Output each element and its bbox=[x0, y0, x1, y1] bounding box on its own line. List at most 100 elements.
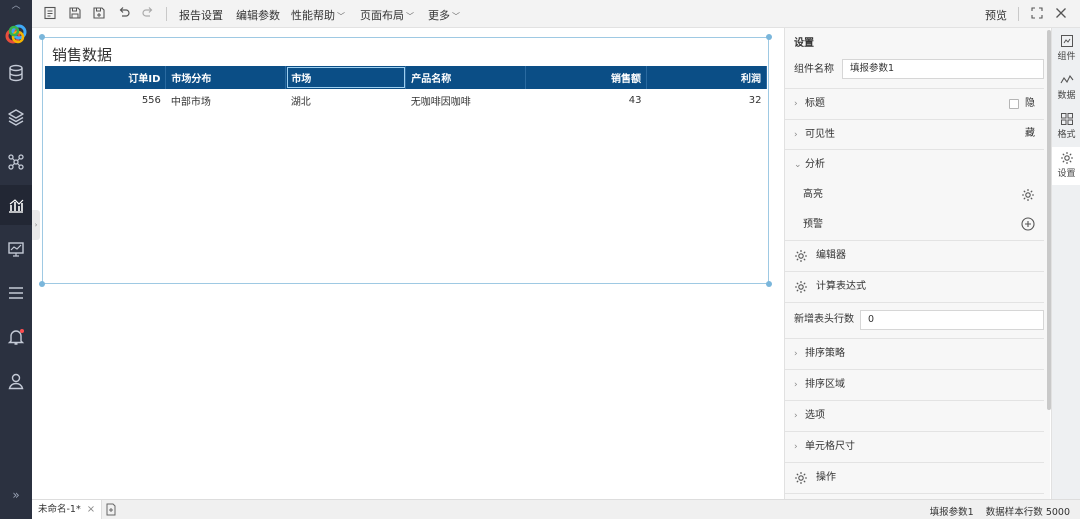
right-rail: 组件 数据 格式 设置 bbox=[1051, 28, 1080, 499]
toolbar: 报告设置 编辑参数 性能帮助 ﹀ 页面布局 ﹀ 更多 ﹀ 预览 bbox=[32, 0, 1080, 28]
redo-icon[interactable] bbox=[141, 6, 155, 20]
close-tab-icon[interactable]: × bbox=[87, 500, 95, 519]
menu-more[interactable]: 更多 ﹀ bbox=[428, 7, 460, 23]
section-label: 操作 bbox=[816, 472, 836, 483]
column-header[interactable]: 市场 bbox=[285, 66, 407, 89]
column-header[interactable]: 订单ID bbox=[45, 66, 167, 89]
column-header[interactable]: 销售额 bbox=[525, 66, 648, 89]
menu-performance-help[interactable]: 性能帮助 ﹀ bbox=[291, 7, 345, 23]
chevron-down-icon: ﹀ bbox=[337, 12, 345, 21]
sheet-tab[interactable]: 未命名-1* × bbox=[32, 500, 103, 519]
menu-icon[interactable] bbox=[0, 273, 32, 313]
section-cell-size[interactable]: › 单元格尺寸 bbox=[785, 432, 1044, 463]
chevron-up-icon[interactable]: ︿ bbox=[0, 0, 32, 14]
collapse-panel-handle[interactable]: › bbox=[32, 210, 40, 240]
section-label[interactable]: 分析 bbox=[805, 150, 825, 180]
component-name-row: 组件名称 填报参数1 bbox=[785, 54, 1044, 89]
section-sort-area[interactable]: › 排序区域 bbox=[785, 370, 1044, 401]
resize-handle[interactable] bbox=[766, 281, 772, 287]
table-header-row: 订单ID 市场分布 市场 产品名称 销售额 利润 bbox=[45, 66, 767, 89]
table-cell[interactable]: 湖北 bbox=[286, 89, 406, 111]
status-bar: 未命名-1* × 填报参数1 数据样本行数 5000 bbox=[32, 499, 1080, 519]
hide-checkbox[interactable] bbox=[1009, 99, 1019, 109]
section-editor[interactable]: 编辑器 bbox=[785, 241, 1044, 272]
close-icon[interactable] bbox=[1054, 6, 1068, 20]
logo-icon bbox=[4, 22, 28, 46]
network-icon[interactable] bbox=[0, 141, 32, 181]
column-header[interactable]: 产品名称 bbox=[405, 66, 527, 89]
menu-label: 更多 bbox=[428, 9, 450, 22]
format-icon bbox=[1060, 113, 1073, 125]
component-name-input[interactable]: 填报参数1 bbox=[842, 59, 1044, 79]
preview-button[interactable]: 预览 bbox=[985, 7, 1007, 23]
section-label: 计算表达式 bbox=[816, 281, 866, 292]
menu-label: 报告设置 bbox=[179, 9, 223, 22]
table-cell[interactable]: 中部市场 bbox=[166, 89, 286, 111]
gear-icon bbox=[1060, 152, 1073, 164]
column-header[interactable]: 利润 bbox=[646, 66, 767, 89]
database-icon[interactable] bbox=[0, 53, 32, 93]
gear-icon[interactable] bbox=[1021, 188, 1035, 202]
menu-page-layout[interactable]: 页面布局 ﹀ bbox=[360, 7, 414, 23]
header-rows-input[interactable]: 0 bbox=[860, 310, 1044, 330]
rail-tab-data[interactable]: 数据 bbox=[1052, 69, 1080, 107]
add-sheet-icon[interactable] bbox=[105, 503, 117, 516]
section-title[interactable]: › 标题 隐藏 bbox=[785, 89, 1044, 139]
menu-label: 页面布局 bbox=[360, 9, 404, 22]
chevron-down-icon[interactable]: ⌄ bbox=[794, 150, 802, 180]
chart-icon[interactable] bbox=[0, 185, 32, 225]
table-cell[interactable]: 556 bbox=[45, 89, 166, 111]
add-icon[interactable] bbox=[1021, 217, 1035, 231]
resize-handle[interactable] bbox=[766, 34, 772, 40]
settings-panel: 设置 组件名称 填报参数1 › 标题 隐藏 › 可见性 ⌄ 分析 高亮 预警 编… bbox=[784, 28, 1050, 499]
rail-label: 数据 bbox=[1057, 91, 1076, 101]
section-label: 选项 bbox=[805, 410, 825, 421]
undo-icon[interactable] bbox=[117, 6, 131, 20]
table-cell[interactable]: 无咖啡因咖啡 bbox=[406, 89, 526, 111]
save-icon[interactable] bbox=[68, 6, 82, 20]
section-operation[interactable]: 操作 bbox=[785, 463, 1044, 494]
resize-handle[interactable] bbox=[39, 281, 45, 287]
new-icon[interactable] bbox=[43, 6, 57, 20]
panel-title: 设置 bbox=[794, 38, 814, 49]
save-as-icon[interactable] bbox=[92, 6, 106, 20]
table-cell[interactable]: 32 bbox=[647, 89, 767, 111]
menu-edit-params[interactable]: 编辑参数 bbox=[236, 7, 280, 23]
chevron-right-icon: › bbox=[794, 380, 798, 390]
section-label: 单元格尺寸 bbox=[805, 441, 855, 452]
expand-icon[interactable]: » bbox=[0, 488, 32, 508]
status-info: 填报参数1 数据样本行数 5000 bbox=[930, 504, 1070, 518]
section-sort-strategy[interactable]: › 排序策略 bbox=[785, 339, 1044, 370]
separator bbox=[166, 7, 167, 21]
table-row: 556 中部市场 湖北 无咖啡因咖啡 43 32 bbox=[45, 89, 767, 111]
menu-label: 编辑参数 bbox=[236, 9, 280, 22]
resize-handle[interactable] bbox=[39, 34, 45, 40]
section-calc-expression[interactable]: 计算表达式 bbox=[785, 272, 1044, 303]
fullscreen-icon[interactable] bbox=[1030, 6, 1044, 20]
table-widget[interactable]: 销售数据 订单ID 市场分布 市场 产品名称 销售额 利润 556 中部市场 湖… bbox=[39, 34, 772, 287]
widget-title: 销售数据 bbox=[52, 46, 113, 64]
rail-label: 格式 bbox=[1057, 130, 1076, 140]
rail-tab-components[interactable]: 组件 bbox=[1052, 30, 1080, 68]
rail-label: 组件 bbox=[1057, 52, 1076, 62]
component-icon bbox=[1060, 35, 1073, 47]
column-header[interactable]: 市场分布 bbox=[165, 66, 287, 89]
chevron-down-icon: ﹀ bbox=[452, 12, 460, 21]
gear-icon bbox=[794, 280, 808, 294]
header-rows-label: 新增表头行数 bbox=[794, 314, 854, 325]
rail-tab-format[interactable]: 格式 bbox=[1052, 108, 1080, 146]
chevron-right-icon: › bbox=[794, 411, 798, 421]
section-visibility[interactable]: › 可见性 bbox=[785, 120, 1044, 150]
layers-icon[interactable] bbox=[0, 97, 32, 137]
section-options[interactable]: › 选项 bbox=[785, 401, 1044, 432]
data-icon bbox=[1060, 74, 1073, 84]
table-cell[interactable]: 43 bbox=[526, 89, 647, 111]
rail-tab-settings[interactable]: 设置 bbox=[1052, 147, 1080, 185]
section-label: 排序区域 bbox=[805, 379, 845, 390]
menu-report-settings[interactable]: 报告设置 bbox=[179, 7, 223, 23]
chevron-down-icon: ﹀ bbox=[406, 12, 414, 21]
monitor-icon[interactable] bbox=[0, 229, 32, 269]
bell-icon[interactable] bbox=[0, 317, 32, 357]
header-rows-row: 新增表头行数 0 bbox=[785, 303, 1044, 339]
user-icon[interactable] bbox=[0, 361, 32, 401]
